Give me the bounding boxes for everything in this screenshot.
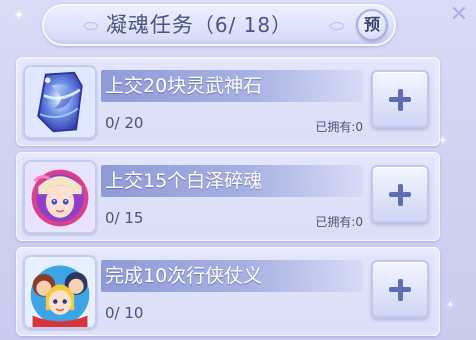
baize-soul-portrait-icon xyxy=(25,162,95,232)
add-button[interactable] xyxy=(371,165,429,223)
sparkle-decoration: ✦ xyxy=(446,300,455,311)
page-title: 凝魂任务（6/ 18） xyxy=(44,6,354,44)
baize-soul-portrait-icon[interactable] xyxy=(23,160,97,234)
task-item: 上交20块灵武神石 0/ 20 已拥有:0 xyxy=(16,57,440,146)
heroes-group-portrait-icon[interactable] xyxy=(23,255,97,329)
preview-button[interactable]: 预 xyxy=(356,9,388,41)
task-header: 凝魂任务（6/ 18） 预 xyxy=(42,4,396,46)
task-name: 完成10次行侠仗义 xyxy=(105,265,263,287)
task-progress: 0/ 15 xyxy=(105,209,144,227)
owned-count: 已拥有:0 xyxy=(315,118,363,135)
owned-count: 已拥有:0 xyxy=(315,213,363,230)
header-task-count: （6/ 18） xyxy=(193,13,293,37)
plus-icon xyxy=(397,88,403,111)
task-item: 上交15个白泽碎魂 0/ 15 已拥有:0 xyxy=(16,152,440,241)
task-progress: 0/ 10 xyxy=(105,304,144,322)
crystal-stone-icon xyxy=(25,67,95,137)
task-item: 完成10次行侠仗义 0/ 10 xyxy=(16,247,440,336)
plus-icon xyxy=(397,183,403,206)
task-name: 上交15个白泽碎魂 xyxy=(105,170,263,192)
owned-label: 已拥有: xyxy=(315,215,356,229)
plus-icon xyxy=(397,278,403,301)
owned-label: 已拥有: xyxy=(315,120,356,134)
add-button[interactable] xyxy=(371,260,429,318)
header-title-text: 凝魂任务 xyxy=(105,13,194,37)
add-button[interactable] xyxy=(371,70,429,128)
sparkle-decoration: ✦ xyxy=(14,8,25,22)
task-progress: 0/ 20 xyxy=(105,114,144,132)
crystal-stone-icon[interactable] xyxy=(23,65,97,139)
owned-value: 0 xyxy=(355,120,363,134)
heroes-group-portrait-icon xyxy=(25,257,95,327)
task-name: 上交20块灵武神石 xyxy=(105,75,263,97)
owned-value: 0 xyxy=(355,215,363,229)
corner-ornament-icon: ✕ xyxy=(449,2,469,27)
